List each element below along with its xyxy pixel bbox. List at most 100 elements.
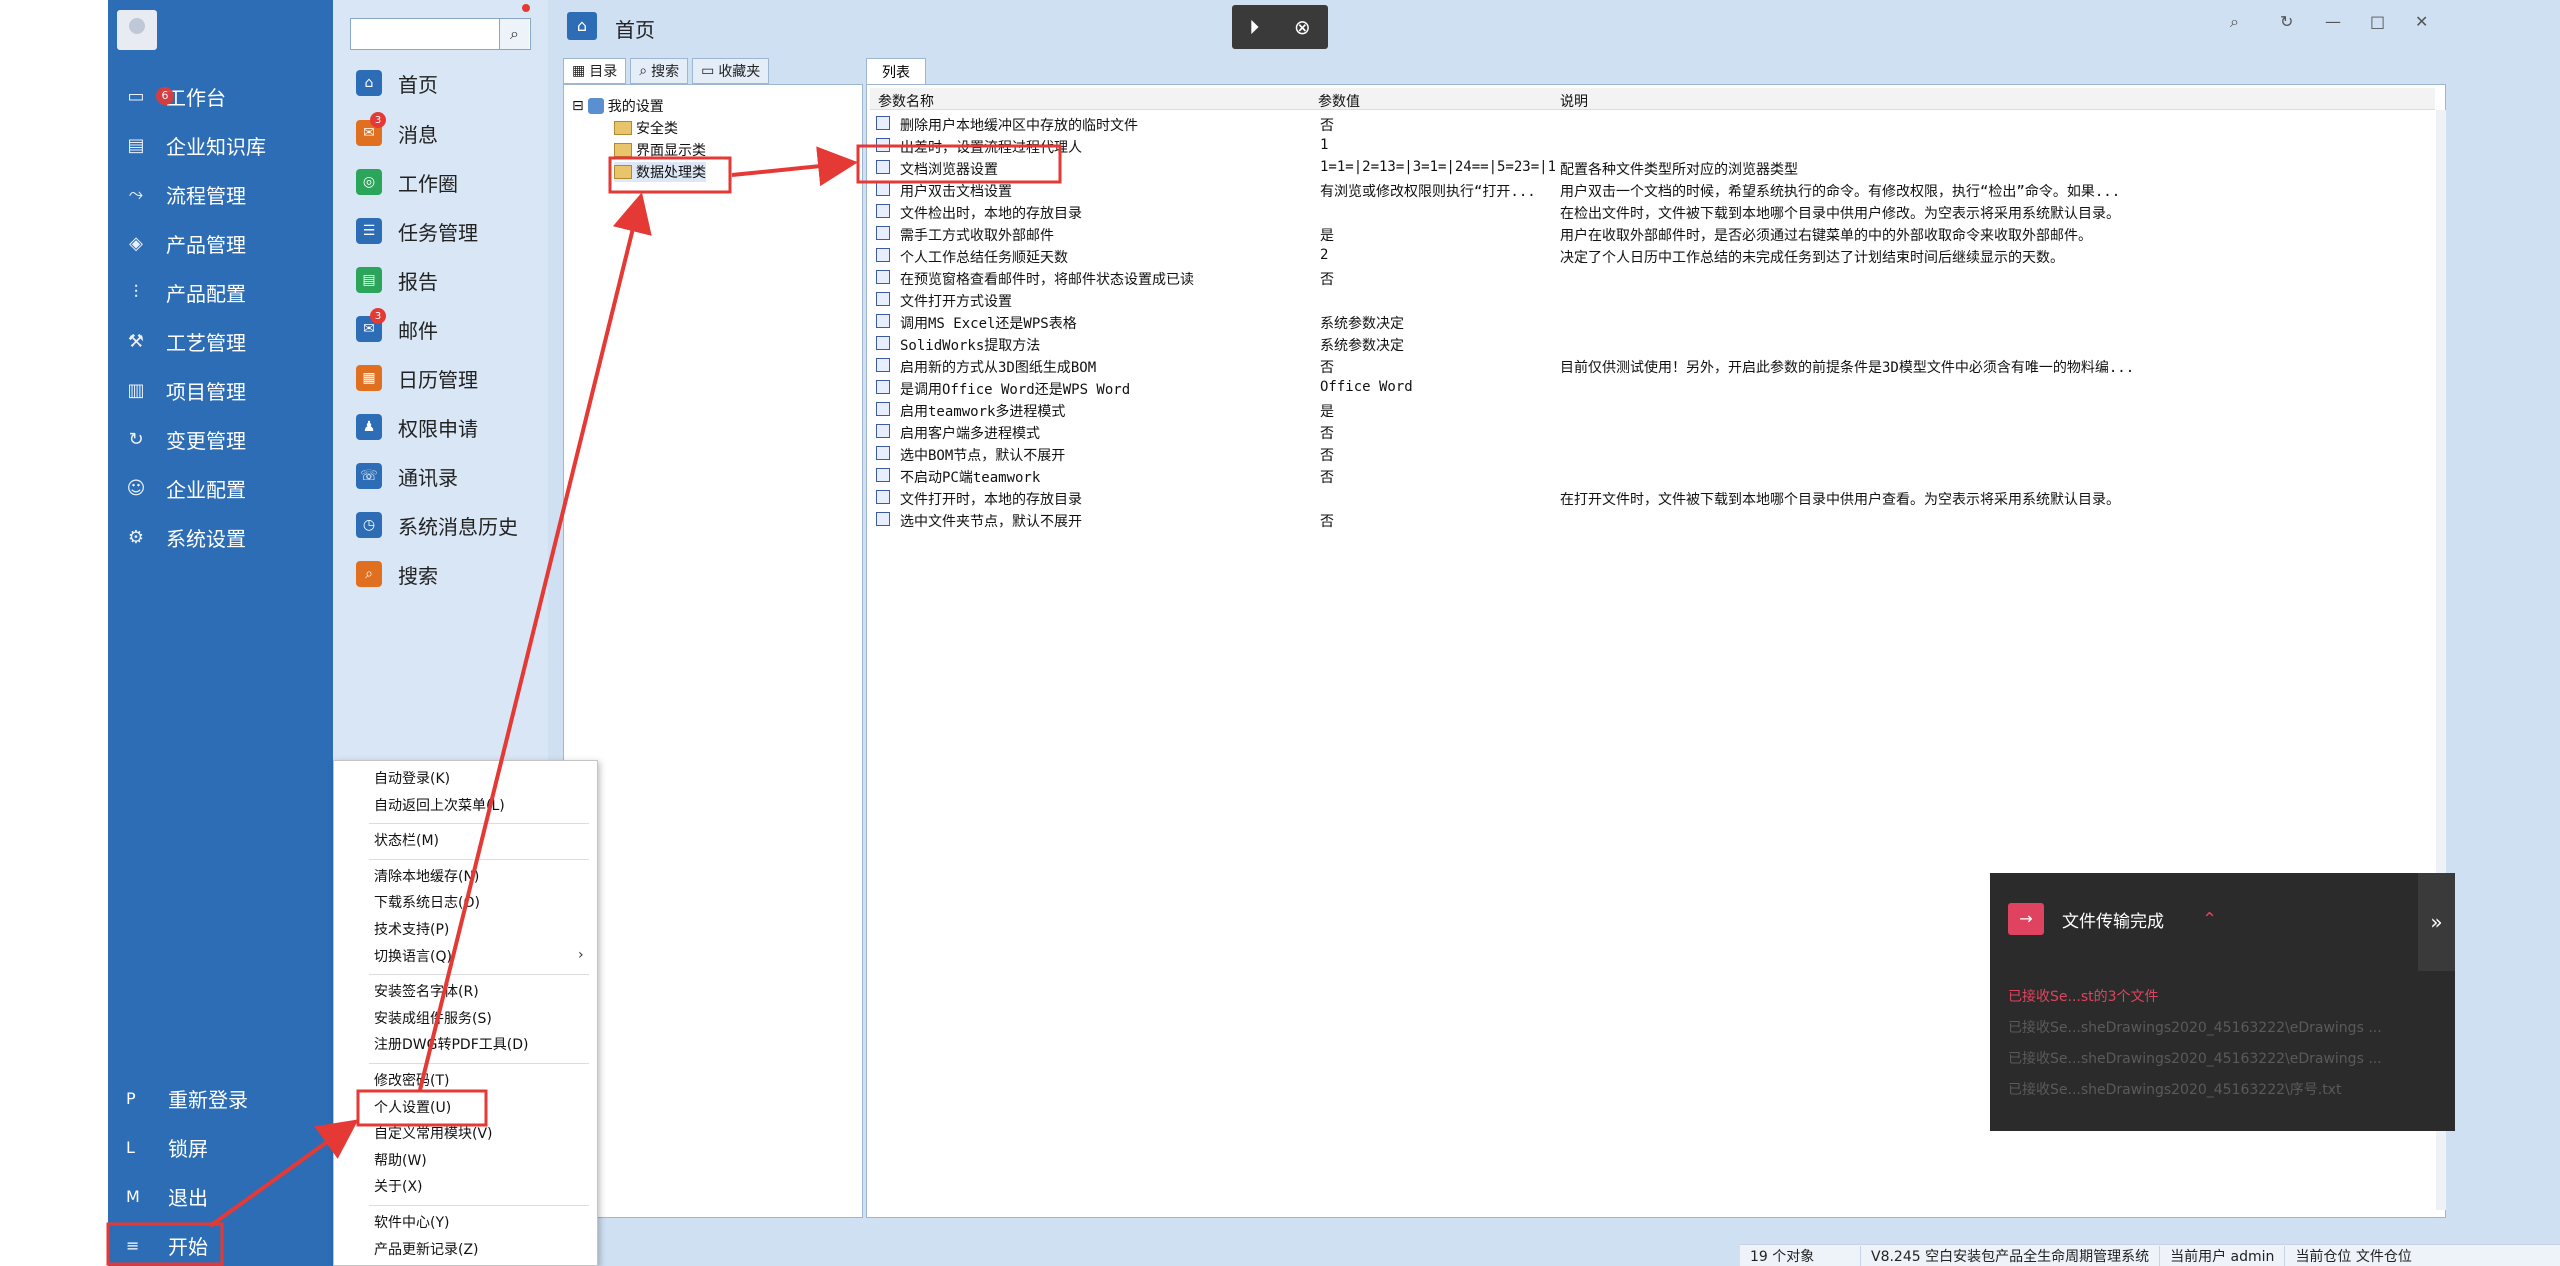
column-header[interactable]: 参数值 <box>1318 91 1360 111</box>
sidebar-item-settings[interactable]: ⚙ 系统设置 <box>108 517 333 557</box>
menu-item-task[interactable]: ☰ 任务管理 <box>356 213 478 249</box>
param-name-cell: 选中BOM节点，默认不展开 <box>900 448 1066 464</box>
search-icon[interactable]: ⌕ <box>499 19 529 49</box>
sidebar-item-product-config[interactable]: ⫶ 产品配置 <box>108 272 333 312</box>
refresh-icon[interactable]: ↻ <box>2280 12 2293 31</box>
parameter-icon <box>876 446 890 460</box>
table-row[interactable]: 启用teamwork多进程模式 是 <box>870 398 2435 420</box>
tab-search[interactable]: ⌕ 搜索 <box>630 58 689 84</box>
table-row[interactable]: 调用MS Excel还是WPS表格 系统参数决定 <box>870 310 2435 332</box>
context-menu-item[interactable]: 自动返回上次菜单(L) <box>374 795 505 815</box>
close-icon[interactable]: ⊗ <box>1294 15 1311 39</box>
tree-root[interactable]: ⊟ 我的设置 <box>572 96 664 116</box>
context-menu-item[interactable]: 清除本地缓存(N) <box>374 866 479 886</box>
sidebar-item-label: 企业配置 <box>166 477 246 502</box>
context-menu-item[interactable]: 自动登录(K) <box>374 768 450 788</box>
pin-icon[interactable] <box>522 4 530 12</box>
sidebar-item-label: 产品管理 <box>166 232 246 257</box>
lock-button[interactable]: L 锁屏 <box>108 1127 333 1167</box>
menu-item-workcircle[interactable]: ◎ 工作圈 <box>356 164 458 200</box>
table-row[interactable]: 选中BOM节点，默认不展开 否 <box>870 442 2435 464</box>
table-row[interactable]: 删除用户本地缓冲区中存放的临时文件 否 <box>870 112 2435 134</box>
sidebar-item-workbench[interactable]: ▭ 6 工作台 <box>108 76 333 116</box>
avatar[interactable] <box>117 10 157 50</box>
sidebar-item-project[interactable]: ▥ 项目管理 <box>108 370 333 410</box>
context-menu-item[interactable]: 关于(X) <box>374 1176 423 1196</box>
parameter-icon <box>876 490 890 504</box>
expand-icon[interactable]: » <box>2418 873 2455 971</box>
table-row[interactable]: 文件打开方式设置 <box>870 288 2435 310</box>
sidebar-item-flow[interactable]: ⤳ 流程管理 <box>108 174 333 214</box>
menu-item-mail[interactable]: ✉ 3 邮件 <box>356 308 438 347</box>
collapse-icon[interactable]: ⏵ <box>1249 15 1259 39</box>
menu-item-history[interactable]: ◷ 系统消息历史 <box>356 507 518 543</box>
sidebar-item-label: 产品配置 <box>166 281 246 306</box>
column-header[interactable]: 说明 <box>1560 91 1588 111</box>
menu-item-message[interactable]: ✉ 3 消息 <box>356 112 438 151</box>
sidebar-item-change[interactable]: ↻ 变更管理 <box>108 419 333 459</box>
context-menu-item[interactable]: 切换语言(Q) <box>374 946 452 966</box>
context-menu-item[interactable]: 个人设置(U) <box>374 1097 451 1117</box>
param-name-cell: 文件打开时，本地的存放目录 <box>900 492 1082 508</box>
table-row[interactable]: 出差时，设置流程过程代理人 1 <box>870 134 2435 156</box>
table-row[interactable]: 启用客户端多进程模式 否 <box>870 420 2435 442</box>
context-menu-item[interactable]: 状态栏(M) <box>374 830 439 850</box>
tree-item-security[interactable]: 安全类 <box>614 118 678 138</box>
sidebar-item-product[interactable]: ◈ 产品管理 <box>108 223 333 263</box>
minimize-icon[interactable]: — <box>2325 12 2341 31</box>
menu-item-report[interactable]: ▤ 报告 <box>356 262 438 298</box>
table-row[interactable]: 用户双击文档设置 有浏览或修改权限则执行“打开... 用户双击一个文档的时候，希望系… <box>870 178 2435 200</box>
table-row[interactable]: 文档浏览器设置 1=1=|2=13=|3=1=|24==|5=23=|1... 配置… <box>870 156 2435 178</box>
menu-item-calendar[interactable]: ▦ 日历管理 <box>356 360 478 396</box>
notification-line[interactable]: 已接收Se...sheDrawings2020_45163222\eDrawin… <box>2008 1017 2382 1037</box>
notification-line[interactable]: 已接收Se...sheDrawings2020_45163222\eDrawin… <box>2008 1048 2382 1068</box>
table-row[interactable]: 文件检出时，本地的存放目录 在检出文件时，文件被下载到本地哪个目录中供用户修改。为… <box>870 200 2435 222</box>
sidebar-item-knowledge[interactable]: ▤ 企业知识库 <box>108 125 333 165</box>
context-menu-item[interactable]: 下载系统日志(O) <box>374 892 480 912</box>
table-row[interactable]: 启用新的方式从3D图纸生成BOM 否 目前仅供测试使用！另外，开启此参数的前提条件是… <box>870 354 2435 376</box>
context-menu-item[interactable]: 软件中心(Y) <box>374 1212 449 1232</box>
context-menu-item[interactable]: 安装签名字体(R) <box>374 981 479 1001</box>
search-icon[interactable]: ⌕ <box>2230 12 2239 32</box>
table-row[interactable]: 不启动PC端teamwork 否 <box>870 464 2435 486</box>
context-menu-item[interactable]: 技术支持(P) <box>374 919 449 939</box>
home-icon: ⌂ <box>567 12 597 40</box>
sidebar-item-process[interactable]: ⚒ 工艺管理 <box>108 321 333 361</box>
close-icon[interactable]: ✕ <box>2415 12 2428 31</box>
context-menu-item[interactable]: 帮助(W) <box>374 1150 427 1170</box>
maximize-icon[interactable]: □ <box>2370 12 2385 31</box>
table-row[interactable]: 在预览窗格查看邮件时，将邮件状态设置成已读 否 <box>870 266 2435 288</box>
column-header[interactable]: 参数名称 <box>878 91 1278 111</box>
context-menu-item[interactable]: 安装成组件服务(S) <box>374 1008 492 1028</box>
tab-directory[interactable]: ▦ 目录 <box>563 58 627 84</box>
chart-icon: ▥ <box>127 379 145 401</box>
logout-button[interactable]: M 退出 <box>108 1176 333 1216</box>
menu-item-permission[interactable]: ♟ 权限申请 <box>356 409 478 445</box>
tree-item-data[interactable]: 数据处理类 <box>614 162 706 182</box>
notification-line[interactable]: 已接收Se...st的3个文件 <box>2008 986 2159 1006</box>
sidebar-item-enterprise[interactable]: ☺ 企业配置 <box>108 468 333 508</box>
table-row[interactable]: 需手工方式收取外部邮件 是 用户在收取外部邮件时，是否必须通过右键菜单的中的外部收取… <box>870 222 2435 244</box>
tree-item-display[interactable]: 界面显示类 <box>614 140 706 160</box>
context-menu-item[interactable]: 自定义常用模块(V) <box>374 1123 493 1143</box>
tab-list[interactable]: 列表 <box>866 58 926 84</box>
context-menu-item[interactable]: 产品更新记录(Z) <box>374 1239 479 1259</box>
menu-item-home[interactable]: ⌂ 首页 <box>356 65 438 101</box>
lock-label: 锁屏 <box>168 1136 208 1161</box>
start-button[interactable]: ≡ 开始 <box>108 1225 333 1265</box>
table-row[interactable]: 是调用Office Word还是WPS Word Office Word <box>870 376 2435 398</box>
menu-item-search[interactable]: ⌕ 搜索 <box>356 556 438 592</box>
context-menu-item[interactable]: 注册DWG转PDF工具(D) <box>374 1034 528 1054</box>
sidebar-margin <box>0 0 108 1266</box>
notification-line[interactable]: 已接收Se...sheDrawings2020_45163222\序号.txt <box>2008 1079 2341 1099</box>
table-row[interactable]: 文件打开时，本地的存放目录 在打开文件时，文件被下载到本地哪个目录中供用户查看。为… <box>870 486 2435 508</box>
table-row[interactable]: 选中文件夹节点，默认不展开 否 <box>870 508 2435 530</box>
relogin-button[interactable]: P 重新登录 <box>108 1078 333 1118</box>
chevron-up-icon[interactable]: ⌃ <box>2202 909 2217 930</box>
table-row[interactable]: SolidWorks提取方法 系统参数决定 <box>870 332 2435 354</box>
param-value-cell: 否 <box>1320 514 1334 530</box>
table-row[interactable]: 个人工作总结任务顺延天数 2 决定了个人日历中工作总结的未完成任务到达了计划结束时间… <box>870 244 2435 266</box>
tab-favorites[interactable]: ▭ 收藏夹 <box>692 58 770 84</box>
menu-item-contacts[interactable]: ☏ 通讯录 <box>356 458 458 494</box>
context-menu-item[interactable]: 修改密码(T) <box>374 1070 449 1090</box>
